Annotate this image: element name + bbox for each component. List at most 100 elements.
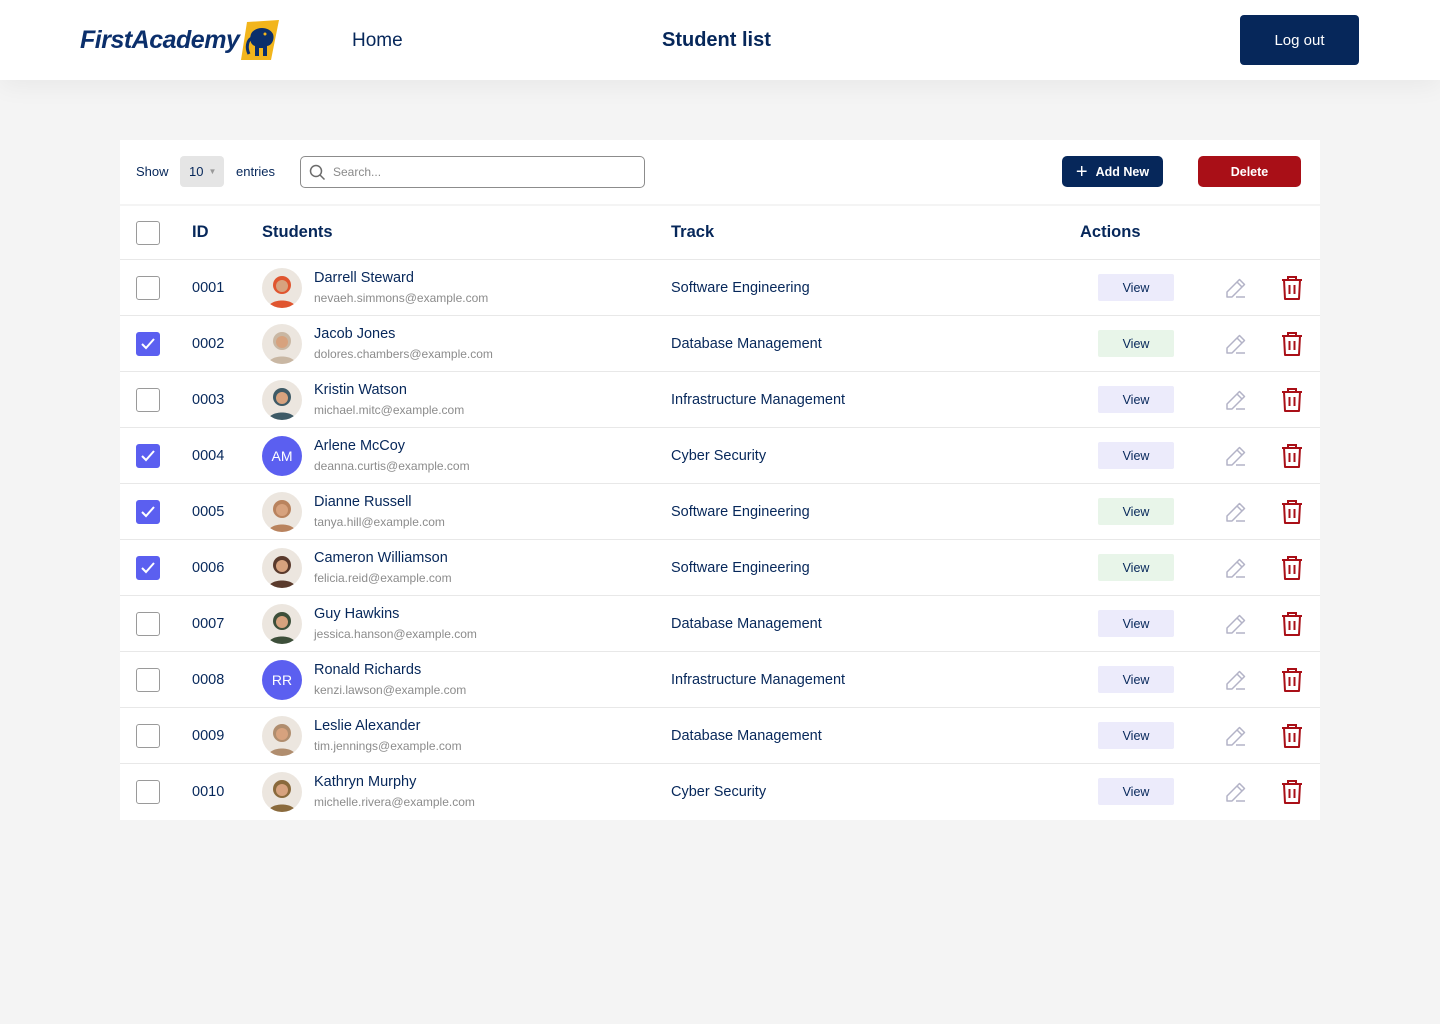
select-all-checkbox[interactable] bbox=[136, 221, 160, 245]
student-id: 0005 bbox=[192, 504, 225, 520]
pencil-edit-icon[interactable] bbox=[1224, 612, 1248, 636]
pencil-edit-icon[interactable] bbox=[1224, 332, 1248, 356]
student-name: Ronald Richards bbox=[314, 662, 422, 678]
table-toolbar: Show 10 ▼ entries + Add New Delete bbox=[120, 140, 1320, 204]
student-name: Darrell Steward bbox=[314, 270, 414, 286]
person-silhouette-icon bbox=[262, 716, 302, 756]
student-email: tim.jennings@example.com bbox=[314, 739, 462, 753]
column-header-id: ID bbox=[192, 223, 209, 241]
view-button[interactable]: View bbox=[1098, 330, 1174, 357]
view-button[interactable]: View bbox=[1098, 274, 1174, 301]
row-checkbox[interactable] bbox=[136, 332, 160, 356]
student-email: felicia.reid@example.com bbox=[314, 571, 452, 585]
table-row: 0007 Guy Hawkins jessica.hanson@example.… bbox=[120, 596, 1320, 652]
student-name: Arlene McCoy bbox=[314, 438, 406, 454]
view-button[interactable]: View bbox=[1098, 778, 1174, 805]
delete-button[interactable]: Delete bbox=[1198, 156, 1301, 187]
search-input[interactable] bbox=[333, 163, 633, 181]
person-silhouette-icon bbox=[262, 604, 302, 644]
row-checkbox[interactable] bbox=[136, 668, 160, 692]
brand-logo[interactable]: FirstAcademy bbox=[80, 18, 281, 62]
trash-icon[interactable] bbox=[1280, 275, 1304, 301]
trash-icon[interactable] bbox=[1280, 331, 1304, 357]
table-row: 0009 Leslie Alexander tim.jennings@examp… bbox=[120, 708, 1320, 764]
entries-label: entries bbox=[236, 164, 276, 179]
view-button[interactable]: View bbox=[1098, 442, 1174, 469]
student-track: Software Engineering bbox=[671, 504, 810, 520]
avatar-photo bbox=[262, 268, 302, 308]
column-header-actions: Actions bbox=[1080, 223, 1141, 241]
student-id: 0007 bbox=[192, 616, 225, 632]
trash-icon[interactable] bbox=[1280, 723, 1304, 749]
student-email: tanya.hill@example.com bbox=[314, 515, 445, 529]
search-icon bbox=[309, 164, 326, 181]
trash-icon[interactable] bbox=[1280, 555, 1304, 581]
add-new-label: Add New bbox=[1095, 164, 1150, 179]
row-checkbox[interactable] bbox=[136, 276, 160, 300]
page-title: Student list bbox=[662, 29, 771, 51]
avatar-photo bbox=[262, 548, 302, 588]
row-checkbox[interactable] bbox=[136, 556, 160, 580]
student-id: 0006 bbox=[192, 560, 225, 576]
pencil-edit-icon[interactable] bbox=[1224, 276, 1248, 300]
show-label: Show bbox=[136, 164, 169, 179]
person-silhouette-icon bbox=[262, 268, 302, 308]
person-silhouette-icon bbox=[262, 324, 302, 364]
student-table: ID Students Track Actions 0001 Darrell S… bbox=[120, 206, 1320, 820]
add-new-button[interactable]: + Add New bbox=[1062, 156, 1163, 187]
table-row: 0001 Darrell Steward nevaeh.simmons@exam… bbox=[120, 260, 1320, 316]
pencil-edit-icon[interactable] bbox=[1224, 500, 1248, 524]
student-id: 0009 bbox=[192, 728, 225, 744]
checkmark-icon bbox=[141, 338, 155, 350]
row-checkbox[interactable] bbox=[136, 388, 160, 412]
student-email: nevaeh.simmons@example.com bbox=[314, 291, 489, 305]
row-checkbox[interactable] bbox=[136, 724, 160, 748]
view-button[interactable]: View bbox=[1098, 498, 1174, 525]
pencil-edit-icon[interactable] bbox=[1224, 668, 1248, 692]
avatar-initials: AM bbox=[262, 436, 302, 476]
table-header-row: ID Students Track Actions bbox=[120, 206, 1320, 260]
nav-home-link[interactable]: Home bbox=[352, 30, 403, 52]
trash-icon[interactable] bbox=[1280, 611, 1304, 637]
student-name: Kathryn Murphy bbox=[314, 774, 417, 790]
table-row: 0010 Kathryn Murphy michelle.rivera@exam… bbox=[120, 764, 1320, 820]
row-checkbox[interactable] bbox=[136, 500, 160, 524]
pencil-edit-icon[interactable] bbox=[1224, 556, 1248, 580]
trash-icon[interactable] bbox=[1280, 499, 1304, 525]
student-track: Cyber Security bbox=[671, 784, 767, 800]
table-row: 0006 Cameron Williamson felicia.reid@exa… bbox=[120, 540, 1320, 596]
row-checkbox[interactable] bbox=[136, 444, 160, 468]
row-checkbox[interactable] bbox=[136, 780, 160, 804]
table-row: 0004 AM Arlene McCoy deanna.curtis@examp… bbox=[120, 428, 1320, 484]
search-box[interactable] bbox=[300, 156, 645, 188]
student-email: michelle.rivera@example.com bbox=[314, 795, 475, 809]
view-button[interactable]: View bbox=[1098, 554, 1174, 581]
pencil-edit-icon[interactable] bbox=[1224, 444, 1248, 468]
entries-per-page-select[interactable]: 10 ▼ bbox=[180, 156, 224, 187]
table-body: 0001 Darrell Steward nevaeh.simmons@exam… bbox=[120, 260, 1320, 820]
pencil-edit-icon[interactable] bbox=[1224, 724, 1248, 748]
view-button[interactable]: View bbox=[1098, 610, 1174, 637]
logout-button[interactable]: Log out bbox=[1240, 15, 1359, 65]
trash-icon[interactable] bbox=[1280, 443, 1304, 469]
column-header-students: Students bbox=[262, 223, 333, 241]
table-row: 0003 Kristin Watson michael.mitc@example… bbox=[120, 372, 1320, 428]
view-button[interactable]: View bbox=[1098, 386, 1174, 413]
trash-icon[interactable] bbox=[1280, 779, 1304, 805]
trash-icon[interactable] bbox=[1280, 667, 1304, 693]
student-id: 0001 bbox=[192, 280, 225, 296]
student-track: Software Engineering bbox=[671, 560, 810, 576]
view-button[interactable]: View bbox=[1098, 722, 1174, 749]
student-track: Database Management bbox=[671, 336, 822, 352]
pencil-edit-icon[interactable] bbox=[1224, 388, 1248, 412]
view-button[interactable]: View bbox=[1098, 666, 1174, 693]
student-id: 0004 bbox=[192, 448, 225, 464]
avatar-photo bbox=[262, 772, 302, 812]
pencil-edit-icon[interactable] bbox=[1224, 780, 1248, 804]
person-silhouette-icon bbox=[262, 380, 302, 420]
trash-icon[interactable] bbox=[1280, 387, 1304, 413]
student-track: Database Management bbox=[671, 728, 822, 744]
student-email: dolores.chambers@example.com bbox=[314, 347, 493, 361]
logo-text: FirstAcademy bbox=[80, 25, 240, 54]
row-checkbox[interactable] bbox=[136, 612, 160, 636]
